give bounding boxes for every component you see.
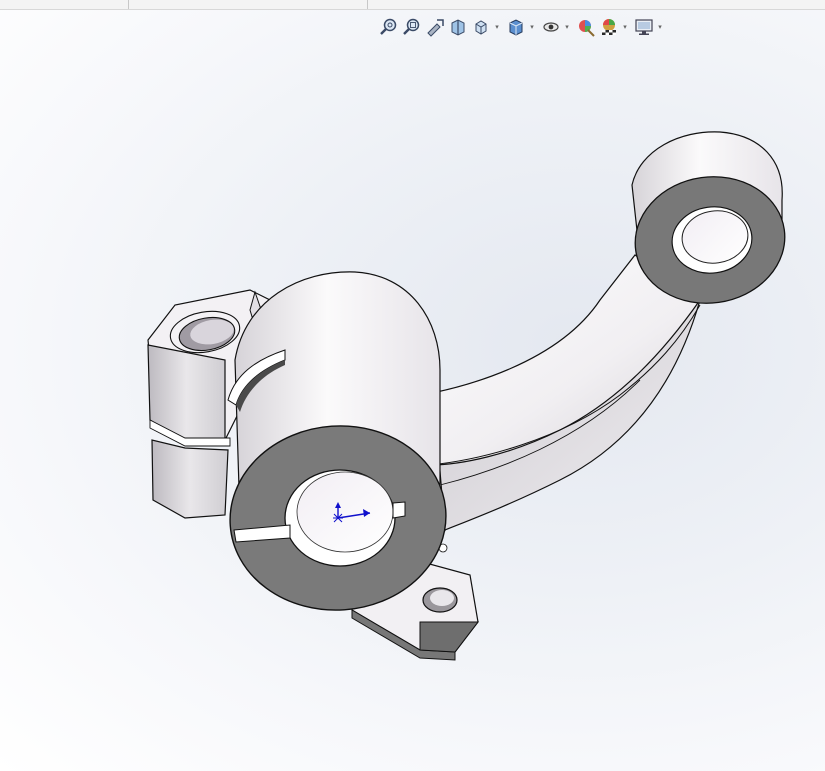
- main-hub: [227, 271, 447, 611]
- bracket-part-model[interactable]: [0, 0, 825, 771]
- keyway: [392, 501, 406, 519]
- graphics-area[interactable]: ▾ ▾ ▾ ▾ ▾: [0, 0, 825, 771]
